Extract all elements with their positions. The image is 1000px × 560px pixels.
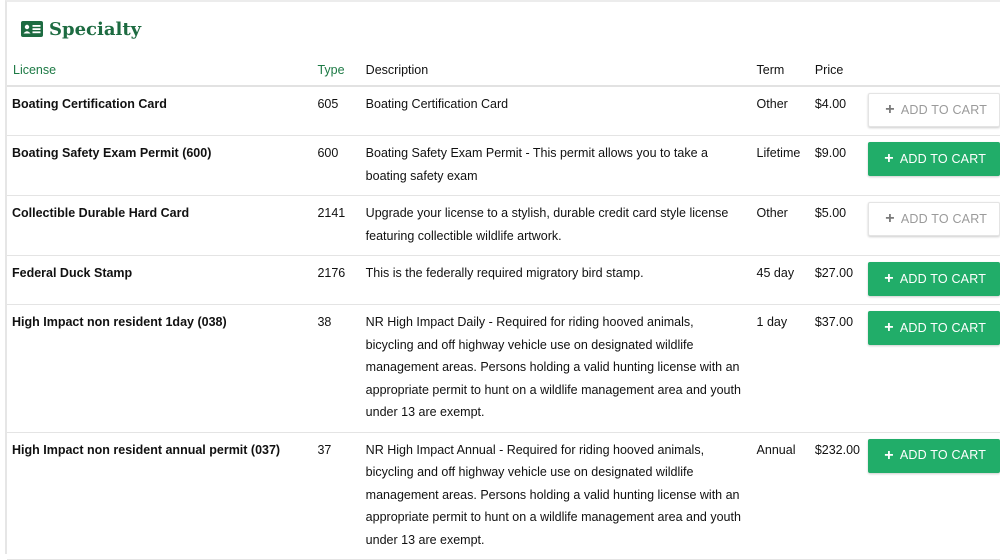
- plus-icon: +: [885, 210, 895, 227]
- table-row: High Impact non resident 1day (038) 38 N…: [7, 304, 1000, 433]
- license-type: 38: [311, 304, 360, 433]
- license-type: 2176: [311, 255, 360, 305]
- license-type: 605: [311, 86, 360, 136]
- license-term: 1 day: [750, 304, 809, 433]
- add-to-cart-button[interactable]: + ADD TO CART: [868, 202, 1000, 236]
- table-row: Collectible Durable Hard Card 2141 Upgra…: [7, 195, 1000, 256]
- header-term: Term: [750, 54, 809, 87]
- header-type[interactable]: Type: [311, 54, 360, 87]
- header-action: [866, 54, 1000, 87]
- license-name: Collectible Durable Hard Card: [7, 195, 312, 256]
- add-to-cart-label: ADD TO CART: [899, 320, 987, 335]
- license-type: 600: [311, 135, 360, 196]
- section-title: Specialty: [49, 18, 142, 40]
- license-description: Boating Safety Exam Permit - This permit…: [359, 135, 751, 196]
- plus-icon: +: [884, 270, 894, 287]
- license-name: High Impact non resident 1day (038): [7, 304, 312, 433]
- add-to-cart-label: ADD TO CART: [899, 271, 987, 286]
- license-description: NR High Impact Annual - Required for rid…: [359, 432, 751, 560]
- license-type: 37: [311, 432, 360, 560]
- header-description: Description: [359, 54, 751, 87]
- add-to-cart-button[interactable]: + ADD TO CART: [868, 262, 1000, 296]
- header-price: Price: [808, 54, 867, 87]
- license-name: Federal Duck Stamp: [7, 255, 312, 305]
- add-to-cart-label: ADD TO CART: [899, 151, 987, 166]
- add-to-cart-button[interactable]: + ADD TO CART: [868, 93, 1000, 127]
- license-price: $232.00: [808, 432, 867, 560]
- license-type: 2141: [311, 195, 360, 256]
- add-to-cart-label: ADD TO CART: [899, 448, 987, 463]
- license-term: Other: [750, 86, 809, 136]
- license-description: Boating Certification Card: [359, 86, 751, 136]
- plus-icon: +: [884, 319, 894, 336]
- add-to-cart-button[interactable]: + ADD TO CART: [868, 438, 1000, 473]
- add-to-cart-button[interactable]: + ADD TO CART: [868, 142, 1000, 176]
- table-row: Boating Certification Card 605 Boating C…: [7, 86, 1000, 136]
- license-term: Lifetime: [750, 135, 809, 196]
- license-description: Upgrade your license to a stylish, durab…: [359, 195, 751, 256]
- id-card-icon: [21, 21, 43, 37]
- plus-icon: +: [884, 446, 894, 464]
- header-license[interactable]: License: [7, 54, 312, 87]
- add-to-cart-label: ADD TO CART: [900, 211, 988, 226]
- license-price: $4.00: [808, 86, 867, 136]
- license-price: $37.00: [808, 304, 867, 433]
- license-description: This is the federally required migratory…: [359, 255, 751, 305]
- license-name: Boating Safety Exam Permit (600): [7, 135, 312, 196]
- table-header-row: License Type Description Term Price: [7, 54, 1000, 87]
- license-price: $27.00: [808, 255, 867, 305]
- specialty-panel: Specialty License Type Description Term …: [5, 0, 1000, 560]
- license-name: High Impact non resident annual permit (…: [7, 432, 312, 560]
- table-row: Federal Duck Stamp 2176 This is the fede…: [7, 255, 1000, 305]
- license-table: License Type Description Term Price Boat…: [7, 54, 1000, 560]
- license-term: Annual: [750, 432, 809, 560]
- license-description: NR High Impact Daily - Required for ridi…: [359, 304, 751, 433]
- add-to-cart-button[interactable]: + ADD TO CART: [868, 311, 1000, 345]
- table-row: Boating Safety Exam Permit (600) 600 Boa…: [7, 135, 1000, 196]
- license-term: 45 day: [750, 255, 809, 305]
- license-price: $5.00: [808, 195, 867, 256]
- license-term: Other: [750, 195, 809, 256]
- license-name: Boating Certification Card: [7, 86, 312, 136]
- license-price: $9.00: [808, 135, 867, 196]
- section-heading: Specialty: [21, 16, 141, 42]
- add-to-cart-label: ADD TO CART: [900, 102, 988, 117]
- plus-icon: +: [885, 101, 895, 118]
- plus-icon: +: [884, 150, 894, 167]
- table-row: High Impact non resident annual permit (…: [7, 432, 1000, 560]
